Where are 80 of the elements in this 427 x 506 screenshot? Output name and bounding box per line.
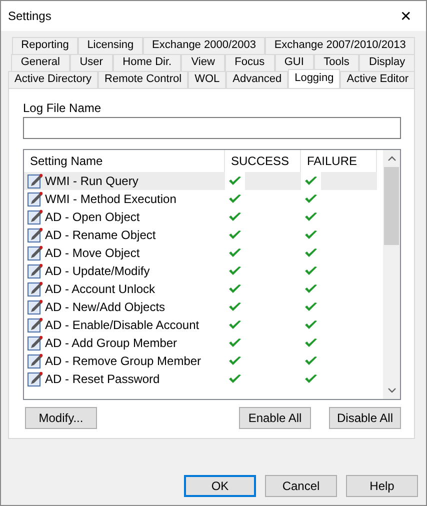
pencil-document-icon xyxy=(27,227,43,244)
tab[interactable]: Exchange 2007/2010/2013 xyxy=(265,37,415,54)
checkmark-icon xyxy=(304,176,318,186)
setting-name[interactable]: AD - Reset Password xyxy=(45,372,160,387)
checkmark-icon xyxy=(228,284,242,294)
checkmark-icon xyxy=(228,302,242,312)
tab[interactable]: Home Dir. xyxy=(112,54,182,71)
setting-name[interactable]: AD - New/Add Objects xyxy=(45,300,166,315)
checkmark-icon xyxy=(228,320,242,330)
field-label: Log File Name xyxy=(23,101,102,116)
setting-name[interactable]: AD - Add Group Member xyxy=(45,336,178,351)
pencil-document-icon xyxy=(27,281,43,298)
checkmark-icon xyxy=(228,374,242,384)
tab[interactable]: General xyxy=(11,54,70,71)
caret-up-icon xyxy=(388,156,396,162)
checkmark-icon xyxy=(304,356,318,366)
checkmark-icon xyxy=(304,248,318,258)
setting-name[interactable]: WMI - Method Execution xyxy=(45,192,176,207)
tab[interactable]: WOL xyxy=(188,71,226,88)
pencil-document-icon xyxy=(27,353,43,370)
pencil-document-icon xyxy=(27,299,43,316)
pencil-document-icon xyxy=(27,173,43,190)
checkmark-icon xyxy=(304,230,318,240)
action-button[interactable]: Disable All xyxy=(329,407,401,430)
checkmark-icon xyxy=(304,302,318,312)
window-title: Settings xyxy=(8,8,52,24)
pencil-document-icon xyxy=(27,209,43,226)
checkmark-icon xyxy=(304,338,318,348)
dialog-button[interactable]: OK xyxy=(184,475,256,497)
checkmark-icon xyxy=(304,320,318,330)
input-field[interactable] xyxy=(23,117,401,140)
setting-name[interactable]: AD - Enable/Disable Account xyxy=(45,318,200,333)
checkmark-icon xyxy=(228,248,242,258)
checkmark-icon xyxy=(304,284,318,294)
tab[interactable]: Licensing xyxy=(78,37,143,54)
checkmark-icon xyxy=(304,266,318,276)
tab[interactable]: Advanced xyxy=(226,71,288,88)
pencil-document-icon xyxy=(27,263,43,280)
row-highlight xyxy=(321,172,377,190)
setting-name[interactable]: AD - Open Object xyxy=(45,210,140,225)
close-button[interactable]: ✕ xyxy=(396,8,416,24)
tab[interactable]: GUI xyxy=(274,54,314,71)
tab[interactable]: Reporting xyxy=(12,37,78,54)
setting-name[interactable]: AD - Remove Group Member xyxy=(45,354,202,369)
checkmark-icon xyxy=(304,194,318,204)
tab[interactable]: Focus xyxy=(224,54,274,71)
scrollbar-thumb[interactable] xyxy=(384,167,399,246)
tab[interactable]: Tools xyxy=(314,54,360,71)
checkmark-icon xyxy=(228,338,242,348)
tab[interactable]: Active Editor xyxy=(340,71,415,88)
checkmark-icon xyxy=(228,230,242,240)
tab[interactable]: Exchange 2000/2003 xyxy=(142,37,266,54)
action-button[interactable]: Enable All xyxy=(239,407,311,430)
setting-name[interactable]: AD - Move Object xyxy=(45,246,140,261)
dialog-button[interactable]: Help xyxy=(346,475,418,497)
checkmark-icon xyxy=(228,194,242,204)
tab[interactable]: Active Directory xyxy=(8,71,98,88)
checkmark-icon xyxy=(228,212,242,222)
tab[interactable]: User xyxy=(70,54,113,71)
tab[interactable]: View xyxy=(181,54,225,71)
pencil-document-icon xyxy=(27,245,43,262)
checkmark-icon xyxy=(228,356,242,366)
tab[interactable]: Remote Control xyxy=(98,71,188,88)
tab[interactable]: Display xyxy=(359,54,415,71)
checkmark-icon xyxy=(228,266,242,276)
action-button[interactable]: Modify... xyxy=(25,407,97,430)
tab[interactable]: Logging xyxy=(288,69,340,88)
pencil-document-icon xyxy=(27,335,43,352)
checkmark-icon xyxy=(228,176,242,186)
row-highlight xyxy=(245,172,301,190)
pencil-document-icon xyxy=(27,371,43,388)
pencil-document-icon xyxy=(27,317,43,334)
checkmark-icon xyxy=(304,374,318,384)
caret-down-icon xyxy=(388,388,396,394)
dialog-button[interactable]: Cancel xyxy=(265,475,337,497)
setting-name[interactable]: AD - Rename Object xyxy=(45,228,156,243)
setting-name[interactable]: AD - Account Unlock xyxy=(45,282,156,297)
setting-name[interactable]: AD - Update/Modify xyxy=(45,264,150,279)
pencil-document-icon xyxy=(27,191,43,208)
checkmark-icon xyxy=(304,212,318,222)
